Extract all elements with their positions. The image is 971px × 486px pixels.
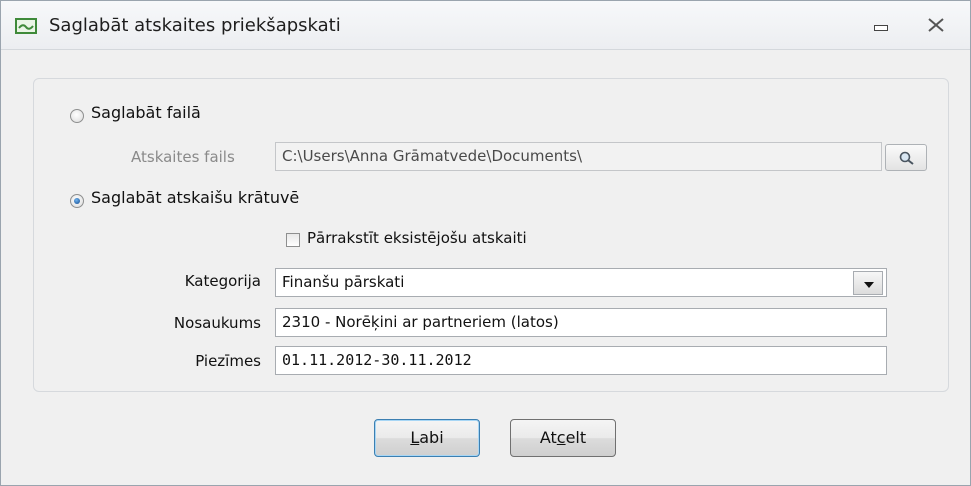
minimize-icon[interactable]	[866, 15, 896, 35]
overwrite-label[interactable]: Pārrakstīt eksistējošu atskaiti	[307, 229, 527, 247]
close-icon[interactable]	[921, 14, 951, 36]
ok-button[interactable]: Labi	[374, 419, 480, 457]
cancel-button[interactable]: Atcelt	[510, 419, 616, 457]
app-window-icon	[15, 18, 37, 34]
title-bar[interactable]: Saglabāt atskaites priekšapskati	[1, 1, 970, 50]
cancel-label-prefix: At	[539, 428, 557, 447]
dialog-window: Saglabāt atskaites priekšapskati Saglabā…	[0, 0, 971, 486]
chevron-down-icon[interactable]	[853, 271, 883, 295]
name-input[interactable]: 2310 - Norēķini ar partneriem (latos)	[275, 308, 887, 337]
name-label: Nosaukums	[173, 314, 261, 332]
category-select[interactable]: Finanšu pārskati	[275, 268, 887, 297]
save-to-file-radio[interactable]	[70, 109, 84, 123]
save-to-file-label[interactable]: Saglabāt failā	[91, 103, 201, 122]
magnifier-icon	[899, 151, 914, 165]
notes-input[interactable]: 01.11.2012-30.11.2012	[275, 346, 887, 375]
overwrite-checkbox[interactable]	[286, 233, 300, 247]
report-file-label: Atskaites fails	[131, 148, 235, 166]
window-title: Saglabāt atskaites priekšapskati	[49, 15, 341, 36]
report-file-input[interactable]: C:\Users\Anna Grāmatvede\Documents\	[275, 142, 882, 171]
save-to-storage-label[interactable]: Saglabāt atskaišu krātuvē	[91, 188, 299, 207]
ok-label-rest: abi	[419, 428, 444, 447]
save-to-storage-radio[interactable]	[70, 194, 84, 208]
cancel-label-rest: elt	[565, 428, 587, 447]
cancel-mnemonic: c	[556, 428, 566, 447]
ok-mnemonic: L	[410, 428, 420, 447]
category-label: Kategorija	[184, 272, 261, 290]
browse-button[interactable]	[885, 144, 927, 171]
notes-label: Piezīmes	[195, 352, 261, 370]
